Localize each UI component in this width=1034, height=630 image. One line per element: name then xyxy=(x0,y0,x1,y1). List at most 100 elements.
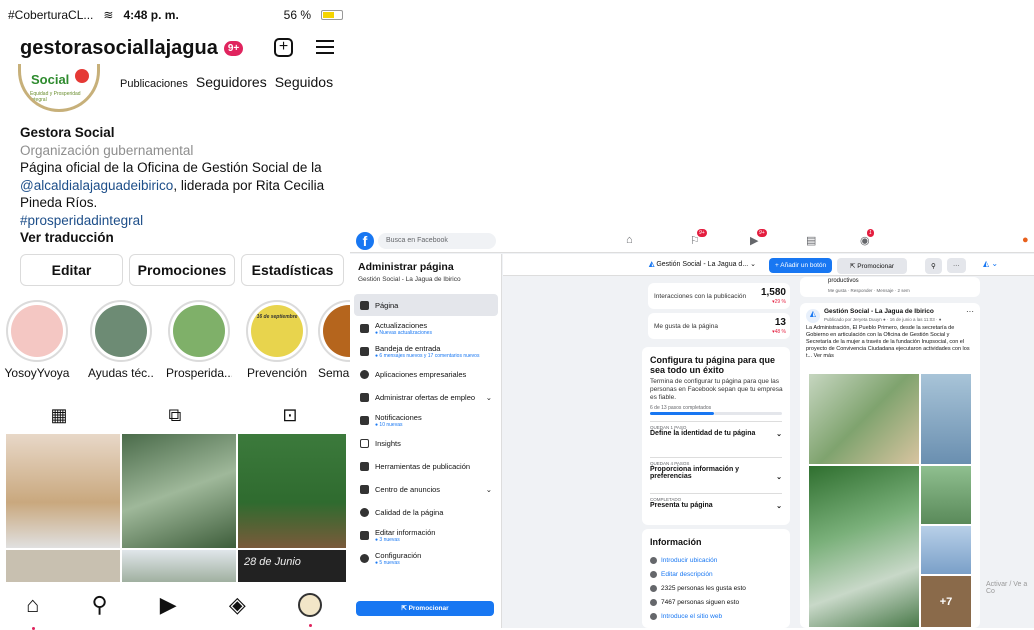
setup-step[interactable]: QUEDAN 1 PASO Define la identidad de tu p… xyxy=(650,421,782,455)
translate-link[interactable]: Ver traducción xyxy=(20,229,340,247)
sidebar-item-jobs[interactable]: Administrar ofertas de empleo ⌄ xyxy=(354,386,498,408)
edit-button[interactable]: Editar xyxy=(20,254,123,286)
hashtag-link[interactable]: #prosperidadintegral xyxy=(20,212,340,230)
metric-card[interactable]: Interacciones con la publicación 1,580 ▾… xyxy=(648,283,790,309)
groups-icon[interactable]: ◉ 1 xyxy=(860,229,874,247)
fb-topbar: f Busca en Facebook ⌂ ⚐ 9+ ▶ 9+ ▤ ◉ 1 ● xyxy=(350,229,1034,253)
pages-icon[interactable]: ⚐ 9+ xyxy=(690,229,707,247)
page-avatar[interactable]: ◭ xyxy=(806,309,820,323)
carrier-label: #CoberturaCL... xyxy=(8,8,94,22)
sidebar-item-edit-info[interactable]: Editar información ● 3 nuevas xyxy=(354,524,498,546)
sidebar-title: Administrar página xyxy=(358,261,454,273)
setup-progress-bar xyxy=(650,412,714,415)
profile-avatar-icon[interactable] xyxy=(297,593,322,627)
sidebar-item-ad-center[interactable]: Centro de anuncios ⌄ xyxy=(354,478,498,500)
marketplace-icon[interactable]: ▤ xyxy=(806,234,816,247)
highlight-date: 16 de septiembre xyxy=(256,314,298,320)
page-action-bar: ◭ Gestión Social - La Jagua d... ⌄ + Aña… xyxy=(503,254,1034,276)
logo-text: Social xyxy=(31,72,70,87)
watch-icon[interactable]: ▶ 9+ xyxy=(750,229,767,247)
highlight-ayudas[interactable]: Ayudas téc... xyxy=(88,300,154,380)
home-icon[interactable]: ⌂ xyxy=(26,592,39,630)
stat-posts[interactable]: Publicaciones xyxy=(120,78,188,90)
sidebar-item-publishing-tools[interactable]: Herramientas de publicación xyxy=(354,455,498,477)
post-thumbnail[interactable] xyxy=(238,434,346,548)
home-icon[interactable]: ⌂ xyxy=(626,234,633,246)
info-item[interactable]: Introducir ubicación xyxy=(650,557,717,564)
profile-stats: Publicaciones Seguidores Seguidos xyxy=(120,74,333,90)
facebook-logo-icon[interactable]: f xyxy=(356,232,374,250)
sidebar-subtitle: Gestión Social - La Jagua de Ibirico xyxy=(358,276,461,283)
sidebar-item-updates[interactable]: Actualizaciones ● Nuevas actualizaciones xyxy=(354,317,498,339)
bottom-nav: ⌂ ⚲ ▶ ◈ xyxy=(0,582,348,630)
activation-watermark: Activar / Ve a Co xyxy=(986,581,1028,595)
search-input[interactable]: Busca en Facebook xyxy=(378,233,496,249)
setup-step[interactable]: QUEDAN 4 PASOS Proporciona información y … xyxy=(650,457,782,491)
mention-link[interactable]: @alcaldialajaguadeibirico xyxy=(20,178,173,193)
promotions-button[interactable]: Promociones xyxy=(129,254,235,286)
sidebar-item-apps[interactable]: Aplicaciones empresariales xyxy=(354,363,498,385)
setup-step[interactable]: COMPLETADO Presenta tu página ⌄ xyxy=(650,493,782,521)
add-button[interactable]: + Añadir un botón xyxy=(769,258,833,273)
profile-category: Organización gubernamental xyxy=(20,142,194,158)
setup-title: Configura tu página para que sea todo un… xyxy=(650,355,776,375)
profile-avatar-logo[interactable]: Social Equidad y Prosperidad Integral xyxy=(18,64,100,112)
stat-followers[interactable]: Seguidores xyxy=(196,74,267,90)
wifi-icon: ≋ xyxy=(103,8,114,22)
menu-icon[interactable] xyxy=(316,40,334,54)
highlight-prosperidad[interactable]: Prosperida... xyxy=(166,300,232,380)
add-post-icon[interactable]: + xyxy=(274,38,293,57)
post-photos[interactable]: +7 xyxy=(808,373,972,628)
promote-button[interactable]: ⇱ Promocionar xyxy=(356,601,494,616)
sidebar-item-page[interactable]: Página xyxy=(354,294,498,316)
status-bar: #CoberturaCL... ≋ 4:48 p. m. 56 % xyxy=(8,6,343,24)
profile-tabs: ▦ ⧉ ⊡ xyxy=(0,398,348,432)
instagram-panel: #CoberturaCL... ≋ 4:48 p. m. 56 % gestor… xyxy=(0,0,380,630)
reels-icon[interactable]: ▶ xyxy=(160,592,177,618)
insights-button[interactable]: Estadísticas xyxy=(241,254,344,286)
post-card: ◭ Gestión Social - La Jagua de Ibirico P… xyxy=(800,303,980,628)
post-thumbnail[interactable] xyxy=(122,550,236,582)
profile-name: Gestora Social xyxy=(20,125,115,140)
page-name[interactable]: ◭ Gestión Social - La Jagua d... ⌄ xyxy=(649,260,756,268)
post-thumbnail[interactable]: 28 de Junio xyxy=(238,550,346,582)
clock: 4:48 p. m. xyxy=(123,8,179,22)
post-meta: Publicado por Jeryeta Duuyn ● · 16 de ju… xyxy=(824,317,942,322)
info-item[interactable]: Editar descripción xyxy=(650,571,713,578)
post-thumbnail[interactable] xyxy=(6,550,120,582)
search-icon[interactable]: ⚲ xyxy=(925,258,942,274)
info-item: 7467 personas siguen esto xyxy=(650,599,739,606)
notification-badge: 9+ xyxy=(223,41,244,56)
highlight-prevencion[interactable]: 16 de septiembre Prevención xyxy=(244,300,310,380)
sidebar-item-inbox[interactable]: Bandeja de entrada ● 6 mensajes nuevos y … xyxy=(354,340,498,362)
profile-username[interactable]: gestorasociallajagua 9+ xyxy=(20,37,244,60)
reels-tab-icon[interactable]: ⧉ xyxy=(169,405,182,426)
grid-tab-icon[interactable]: ▦ xyxy=(51,405,68,426)
more-icon[interactable]: ··· xyxy=(947,258,966,273)
sidebar-item-settings[interactable]: Configuración ● 5 nuevas xyxy=(354,547,498,569)
battery-icon xyxy=(321,10,343,20)
stat-following[interactable]: Seguidos xyxy=(275,74,333,90)
profile-actions: Editar Promociones Estadísticas xyxy=(20,254,344,286)
post-thumbnail[interactable] xyxy=(122,434,236,548)
promote-bar-button[interactable]: ⇱ Promocionar xyxy=(837,258,907,274)
setup-progress-label: 6 de 13 pasos completados xyxy=(650,405,712,411)
sidebar-item-notifications[interactable]: Notificaciones ● 10 nuevas xyxy=(354,409,498,431)
tagged-tab-icon[interactable]: ⊡ xyxy=(282,405,297,426)
info-card: Información Introducir ubicación Editar … xyxy=(642,529,790,628)
account-icon[interactable]: ● xyxy=(1022,234,1029,246)
post-options-icon[interactable]: ··· xyxy=(966,307,974,316)
sidebar-item-page-quality[interactable]: Calidad de la página xyxy=(354,501,498,523)
post-author[interactable]: Gestión Social - La Jagua de Ibirico xyxy=(824,308,934,315)
metric-card[interactable]: Me gusta de la página 13 ▾48 % xyxy=(648,313,790,339)
post-thumbnail[interactable] xyxy=(6,434,120,548)
shop-icon[interactable]: ◈ xyxy=(229,592,246,618)
highlight-yosoyyvoya[interactable]: YosoyYvoya xyxy=(4,300,70,380)
facebook-panel: f Busca en Facebook ⌂ ⚐ 9+ ▶ 9+ ▤ ◉ 1 ● Adm… xyxy=(350,229,1034,628)
sidebar-item-insights[interactable]: Insights xyxy=(354,432,498,454)
info-item[interactable]: Introduce el sitio web xyxy=(650,613,722,620)
search-icon[interactable]: ⚲ xyxy=(92,592,108,618)
bio-text: Página oficial de la Oficina de Gestión … xyxy=(20,160,322,175)
more-photos-count[interactable]: +7 xyxy=(920,575,972,628)
page-switch-icon[interactable]: ◭ ⌄ xyxy=(983,259,998,268)
